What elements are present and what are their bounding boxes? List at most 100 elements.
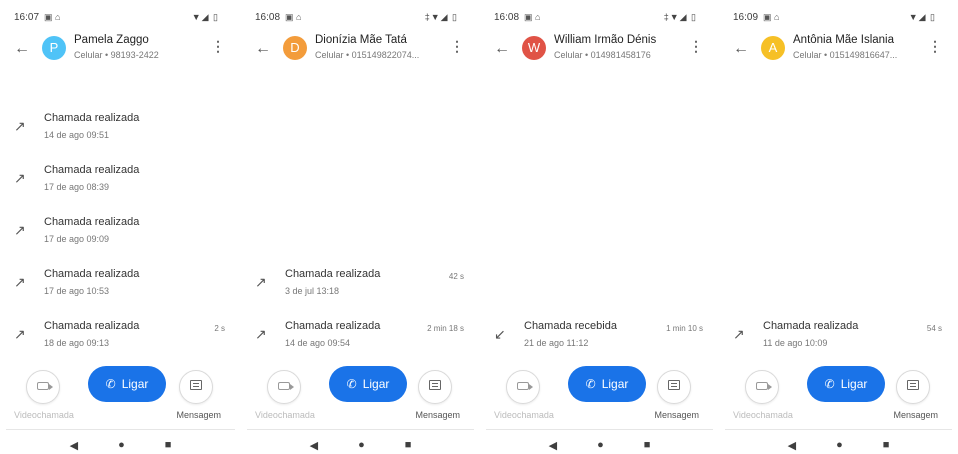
message-icon: [429, 380, 441, 390]
message-button[interactable]: [418, 370, 452, 404]
phone-screen: 16:08 ▣ ⌂ ‡▼◢ ▯ ← D Dionízia Mãe Tatá Ce…: [241, 0, 480, 454]
system-icons: ‡▼◢ ▯: [424, 12, 458, 22]
call-button-label: Ligar: [601, 377, 629, 391]
message-button[interactable]: [657, 370, 691, 404]
nav-back-icon[interactable]: ◀: [70, 439, 78, 452]
call-log-item[interactable]: ↗ Chamada realizada 3 de jul 13:18 42 s: [249, 266, 472, 306]
contact-header: ← A Antônia Mãe Islania Celular • 015149…: [727, 32, 950, 68]
call-log-item[interactable]: ↗ Chamada realizada 18 de ago 09:13 2 s: [8, 318, 233, 358]
contact-actions: ✆ Ligar: [488, 362, 711, 404]
video-call-button[interactable]: [267, 370, 301, 404]
call-log-item[interactable]: ↗ Chamada realizada 17 de ago 09:09: [8, 214, 233, 254]
call-history-list: ↗ Chamada realizada 14 de ago 09:51 ↗ Chamad…: [8, 100, 233, 350]
call-type: Chamada realizada: [44, 112, 140, 124]
nav-back-icon[interactable]: ◀: [310, 439, 318, 452]
back-arrow-icon[interactable]: ←: [494, 40, 510, 58]
phone-icon: ✆: [585, 377, 596, 391]
contact-header: ← D Dionízia Mãe Tatá Celular • 01514982…: [249, 32, 472, 68]
contact-name: Dionízia Mãe Tatá: [315, 34, 407, 46]
status-time: 16:08: [255, 12, 281, 23]
video-call-button[interactable]: [26, 370, 60, 404]
call-log-item[interactable]: ↗ Chamada realizada 17 de ago 08:39: [8, 162, 233, 202]
call-time: 17 de ago 09:09: [44, 234, 110, 244]
contact-name: Pamela Zaggo: [74, 34, 149, 46]
phone-icon: ✆: [105, 377, 116, 391]
contact-phone: Celular • 015149822074...: [315, 50, 420, 60]
phone-screen: 16:07 ▣ ⌂ ▼◢ ▯ ← P Pamela Zaggo Celular …: [0, 0, 241, 454]
more-options-icon[interactable]: ⋮: [450, 38, 464, 55]
message-button[interactable]: [896, 370, 930, 404]
contact-actions: ✆ Ligar: [249, 362, 472, 404]
avatar: D: [283, 36, 307, 60]
call-duration: 2 s: [214, 324, 225, 333]
call-type: Chamada realizada: [285, 320, 381, 332]
call-log-item[interactable]: ↗ Chamada realizada 17 de ago 10:53: [8, 266, 233, 306]
system-icons: ▼◢ ▯: [191, 12, 219, 22]
call-time: 18 de ago 09:13: [44, 338, 110, 348]
status-bar: 16:09 ▣ ⌂ ▼◢ ▯: [727, 10, 950, 24]
navigation-bar: ◀ ● ■: [249, 438, 472, 452]
call-log-item[interactable]: ↗ Chamada realizada 14 de ago 09:51: [8, 110, 233, 150]
notification-icons: ▣ ⌂: [44, 12, 61, 22]
call-log-item[interactable]: ↗ Chamada realizada 11 de ago 10:09 54 s: [727, 318, 950, 358]
status-time: 16:07: [14, 12, 40, 23]
call-log-item[interactable]: ↗ Chamada realizada 14 de ago 09:54 2 min 1…: [249, 318, 472, 358]
back-arrow-icon[interactable]: ←: [733, 40, 749, 58]
call-type: Chamada realizada: [44, 216, 140, 228]
nav-home-icon[interactable]: ●: [118, 439, 125, 451]
outgoing-call-icon: ↗: [14, 170, 26, 186]
nav-recents-icon[interactable]: ■: [405, 439, 412, 451]
nav-home-icon[interactable]: ●: [358, 439, 365, 451]
avatar: P: [42, 36, 66, 60]
back-arrow-icon[interactable]: ←: [14, 40, 30, 58]
contact-header: ← P Pamela Zaggo Celular • 98193-2422 ⋮: [8, 32, 233, 68]
back-arrow-icon[interactable]: ←: [255, 40, 271, 58]
video-call-label: Videochamada: [494, 410, 554, 420]
nav-recents-icon[interactable]: ■: [165, 439, 172, 451]
nav-home-icon[interactable]: ●: [597, 439, 604, 451]
contact-phone: Celular • 015149816647...: [793, 50, 898, 60]
call-time: 11 de ago 10:09: [763, 338, 828, 348]
call-type: Chamada realizada: [44, 268, 140, 280]
video-call-button[interactable]: [506, 370, 540, 404]
incoming-call-icon: ↙: [494, 326, 506, 342]
video-camera-icon: [278, 382, 294, 390]
divider: [247, 429, 474, 430]
navigation-bar: ◀ ● ■: [488, 438, 711, 452]
call-history-list: ↗ Chamada realizada 11 de ago 10:09 54 s: [727, 100, 950, 350]
phone-screen: 16:08 ▣ ⌂ ‡▼◢ ▯ ← W William Irmão Dénis …: [480, 0, 719, 454]
nav-back-icon[interactable]: ◀: [549, 439, 557, 452]
video-call-button[interactable]: [745, 370, 779, 404]
call-duration: 54 s: [926, 324, 942, 333]
nav-recents-icon[interactable]: ■: [644, 439, 651, 451]
call-button[interactable]: ✆ Ligar: [568, 366, 646, 402]
call-type: Chamada realizada: [285, 268, 381, 280]
navigation-bar: ◀ ● ■: [727, 438, 950, 452]
message-button[interactable]: [179, 370, 213, 404]
call-button[interactable]: ✆ Ligar: [329, 366, 407, 402]
message-label: Mensagem: [654, 410, 699, 420]
nav-back-icon[interactable]: ◀: [788, 439, 796, 452]
system-icons: ‡▼◢ ▯: [663, 12, 697, 22]
call-button[interactable]: ✆ Ligar: [88, 366, 166, 402]
status-time: 16:09: [733, 12, 759, 23]
call-log-item[interactable]: ↙ Chamada recebida 21 de ago 11:12 1 min 10…: [488, 318, 711, 358]
contact-phone: Celular • 98193-2422: [74, 50, 159, 60]
video-call-label: Videochamada: [733, 410, 793, 420]
more-options-icon[interactable]: ⋮: [689, 38, 703, 55]
phone-icon: ✆: [346, 377, 357, 391]
screens-row: 16:07 ▣ ⌂ ▼◢ ▯ ← P Pamela Zaggo Celular …: [0, 0, 958, 454]
call-duration: 42 s: [448, 272, 464, 281]
nav-recents-icon[interactable]: ■: [883, 439, 890, 451]
contact-actions: ✆ Ligar: [727, 362, 950, 404]
avatar: A: [761, 36, 785, 60]
video-camera-icon: [517, 382, 533, 390]
call-history-list: ↗ Chamada realizada 3 de jul 13:18 42 s ↗ Cha…: [249, 100, 472, 350]
more-options-icon[interactable]: ⋮: [928, 38, 942, 55]
call-button[interactable]: ✆ Ligar: [807, 366, 885, 402]
call-time: 17 de ago 10:53: [44, 286, 110, 296]
call-time: 14 de ago 09:54: [285, 338, 351, 348]
call-time: 14 de ago 09:51: [44, 130, 110, 140]
nav-home-icon[interactable]: ●: [836, 439, 843, 451]
more-options-icon[interactable]: ⋮: [211, 38, 225, 55]
